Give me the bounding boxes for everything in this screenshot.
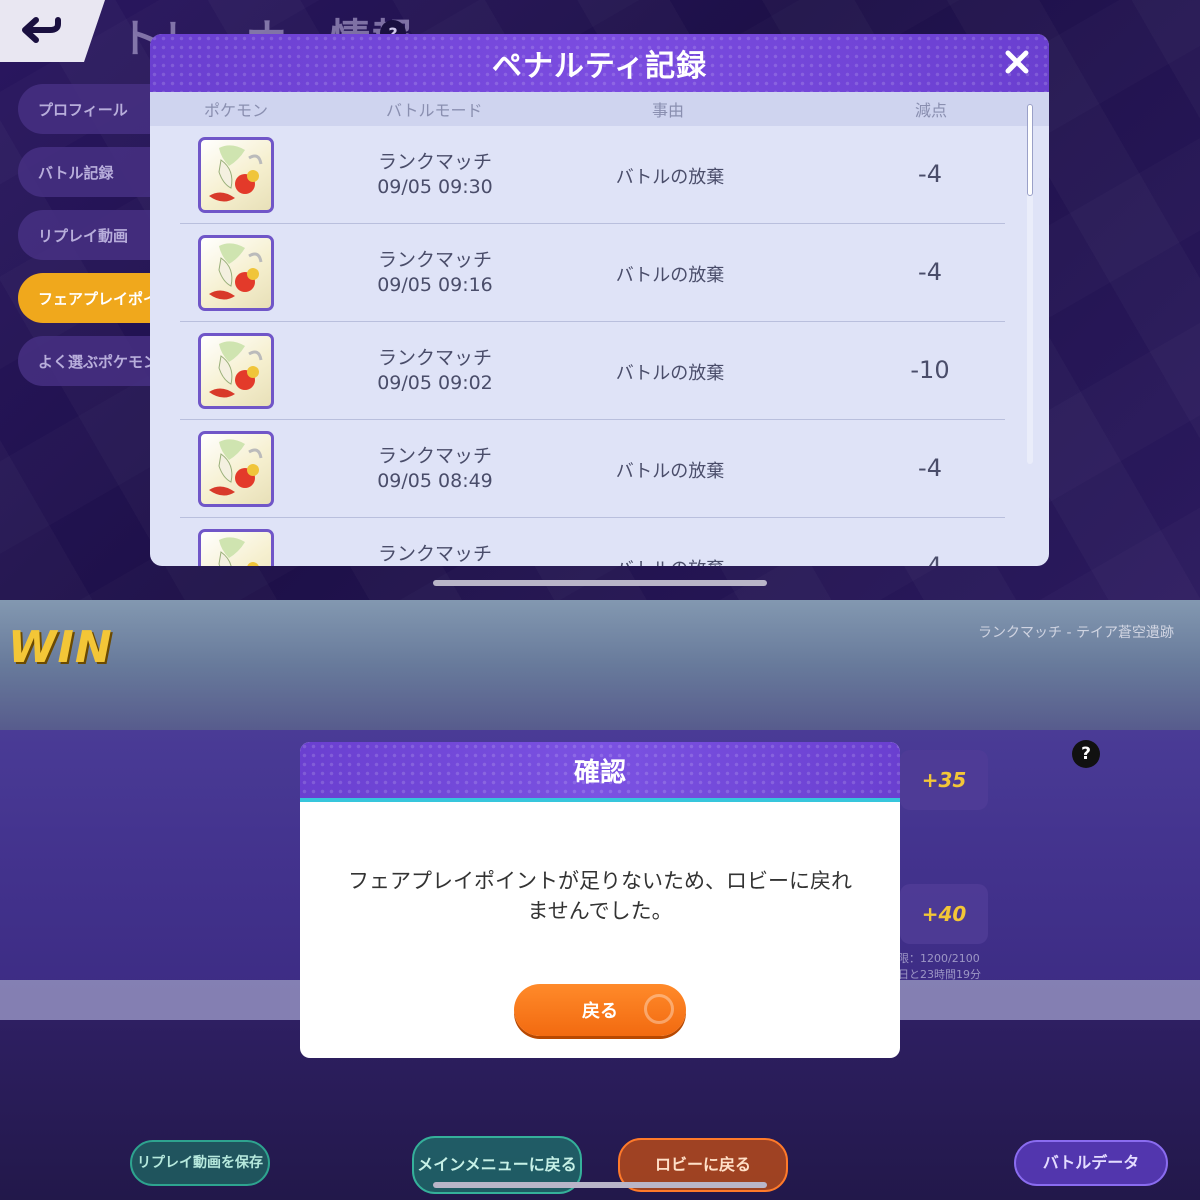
points-cell: -4 bbox=[918, 454, 942, 482]
pokemon-icon bbox=[198, 529, 274, 566]
match-info: ランクマッチ - テイア蒼空遺跡 bbox=[978, 625, 1174, 641]
penalty-row: ランクマッチ 09/05 09:02 バトルの放棄 -10 bbox=[180, 322, 1005, 420]
battle-mode-cell: ランクマッチ 09/05 09:16 bbox=[377, 249, 493, 296]
penalty-row: ランクマッチ バトルの放棄 -4 bbox=[180, 518, 1005, 566]
dialog-message: フェアプレイポイントが足りないため、ロビーに戻れませんでした。 bbox=[348, 869, 852, 923]
back-arrow-icon bbox=[21, 17, 61, 43]
reason-cell: バトルの放棄 bbox=[615, 363, 725, 384]
points-cell: -4 bbox=[918, 160, 942, 188]
column-headers: ポケモン バトルモード 事由 減点 bbox=[150, 92, 1049, 126]
battle-result-screen: WIN ランクマッチ - テイア蒼空遺跡 +35 +40 ? 限：1200/21… bbox=[0, 600, 1200, 1200]
points-cell: -10 bbox=[910, 356, 950, 384]
home-indicator[interactable] bbox=[433, 580, 767, 586]
pokemon-icon bbox=[198, 235, 274, 311]
score-chip: +35 bbox=[900, 750, 988, 810]
points-cell: -4 bbox=[918, 258, 942, 286]
penalty-row: ランクマッチ 09/05 09:30 バトルの放棄 -4 bbox=[180, 126, 1005, 224]
penalty-record-panel: ペナルティ記録 ポケモン バトルモード 事由 減点 ランクマッチ 09/05 0… bbox=[150, 34, 1049, 566]
score-chip: +40 bbox=[900, 884, 988, 944]
scrollbar[interactable] bbox=[1027, 104, 1033, 196]
penalty-row: ランクマッチ 09/05 08:49 バトルの放棄 -4 bbox=[180, 420, 1005, 518]
column-header-points: 減点 bbox=[915, 101, 948, 120]
reason-cell: バトルの放棄 bbox=[615, 265, 725, 286]
panel-header: ペナルティ記録 bbox=[150, 34, 1049, 92]
battle-mode-cell: ランクマッチ 09/05 09:02 bbox=[377, 347, 493, 394]
points-cell: -4 bbox=[918, 552, 942, 566]
confirm-dialog: 確認 フェアプレイポイントが足りないため、ロビーに戻れませんでした。 戻る bbox=[300, 742, 900, 1058]
panel-title: ペナルティ記録 bbox=[491, 49, 708, 84]
column-header-pokemon: ポケモン bbox=[204, 101, 269, 120]
win-label: WIN bbox=[8, 622, 113, 673]
battle-data-button[interactable]: バトルデータ bbox=[1014, 1140, 1168, 1186]
stat-line: 日と23時間19分 bbox=[898, 968, 981, 981]
battle-mode-cell: ランクマッチ 09/05 09:30 bbox=[377, 151, 493, 198]
stat-line: 限：1200/2100 bbox=[898, 952, 980, 965]
column-header-reason: 事由 bbox=[652, 101, 685, 120]
reason-cell: バトルの放棄 bbox=[615, 167, 725, 188]
pokemon-icon bbox=[198, 431, 274, 507]
pokemon-icon bbox=[198, 137, 274, 213]
home-indicator[interactable] bbox=[433, 1182, 767, 1188]
close-icon[interactable] bbox=[999, 44, 1035, 80]
trainer-info-screen: トレーナー情報 ? プロフィール バトル記録 リプレイ動画 フェアプレイポイント… bbox=[0, 0, 1200, 600]
penalty-list[interactable]: ランクマッチ 09/05 09:30 バトルの放棄 -4 ランクマッチ 09/0… bbox=[150, 126, 1049, 566]
penalty-row: ランクマッチ 09/05 09:16 バトルの放棄 -4 bbox=[180, 224, 1005, 322]
reason-cell: バトルの放棄 bbox=[615, 461, 725, 482]
battle-mode-cell: ランクマッチ 09/05 08:49 bbox=[377, 445, 493, 492]
dialog-header: 確認 bbox=[300, 742, 900, 802]
battle-mode-cell: ランクマッチ bbox=[377, 543, 492, 565]
help-icon[interactable]: ? bbox=[1072, 740, 1100, 768]
pokemon-icon bbox=[198, 333, 274, 409]
dialog-title: 確認 bbox=[573, 757, 626, 788]
reason-cell: バトルの放棄 bbox=[570, 555, 770, 566]
column-header-battle-mode: バトルモード bbox=[386, 101, 483, 120]
back-button[interactable]: 戻る bbox=[514, 984, 686, 1036]
save-replay-button[interactable]: リプレイ動画を保存 bbox=[130, 1140, 270, 1186]
pokeball-icon bbox=[644, 994, 674, 1024]
